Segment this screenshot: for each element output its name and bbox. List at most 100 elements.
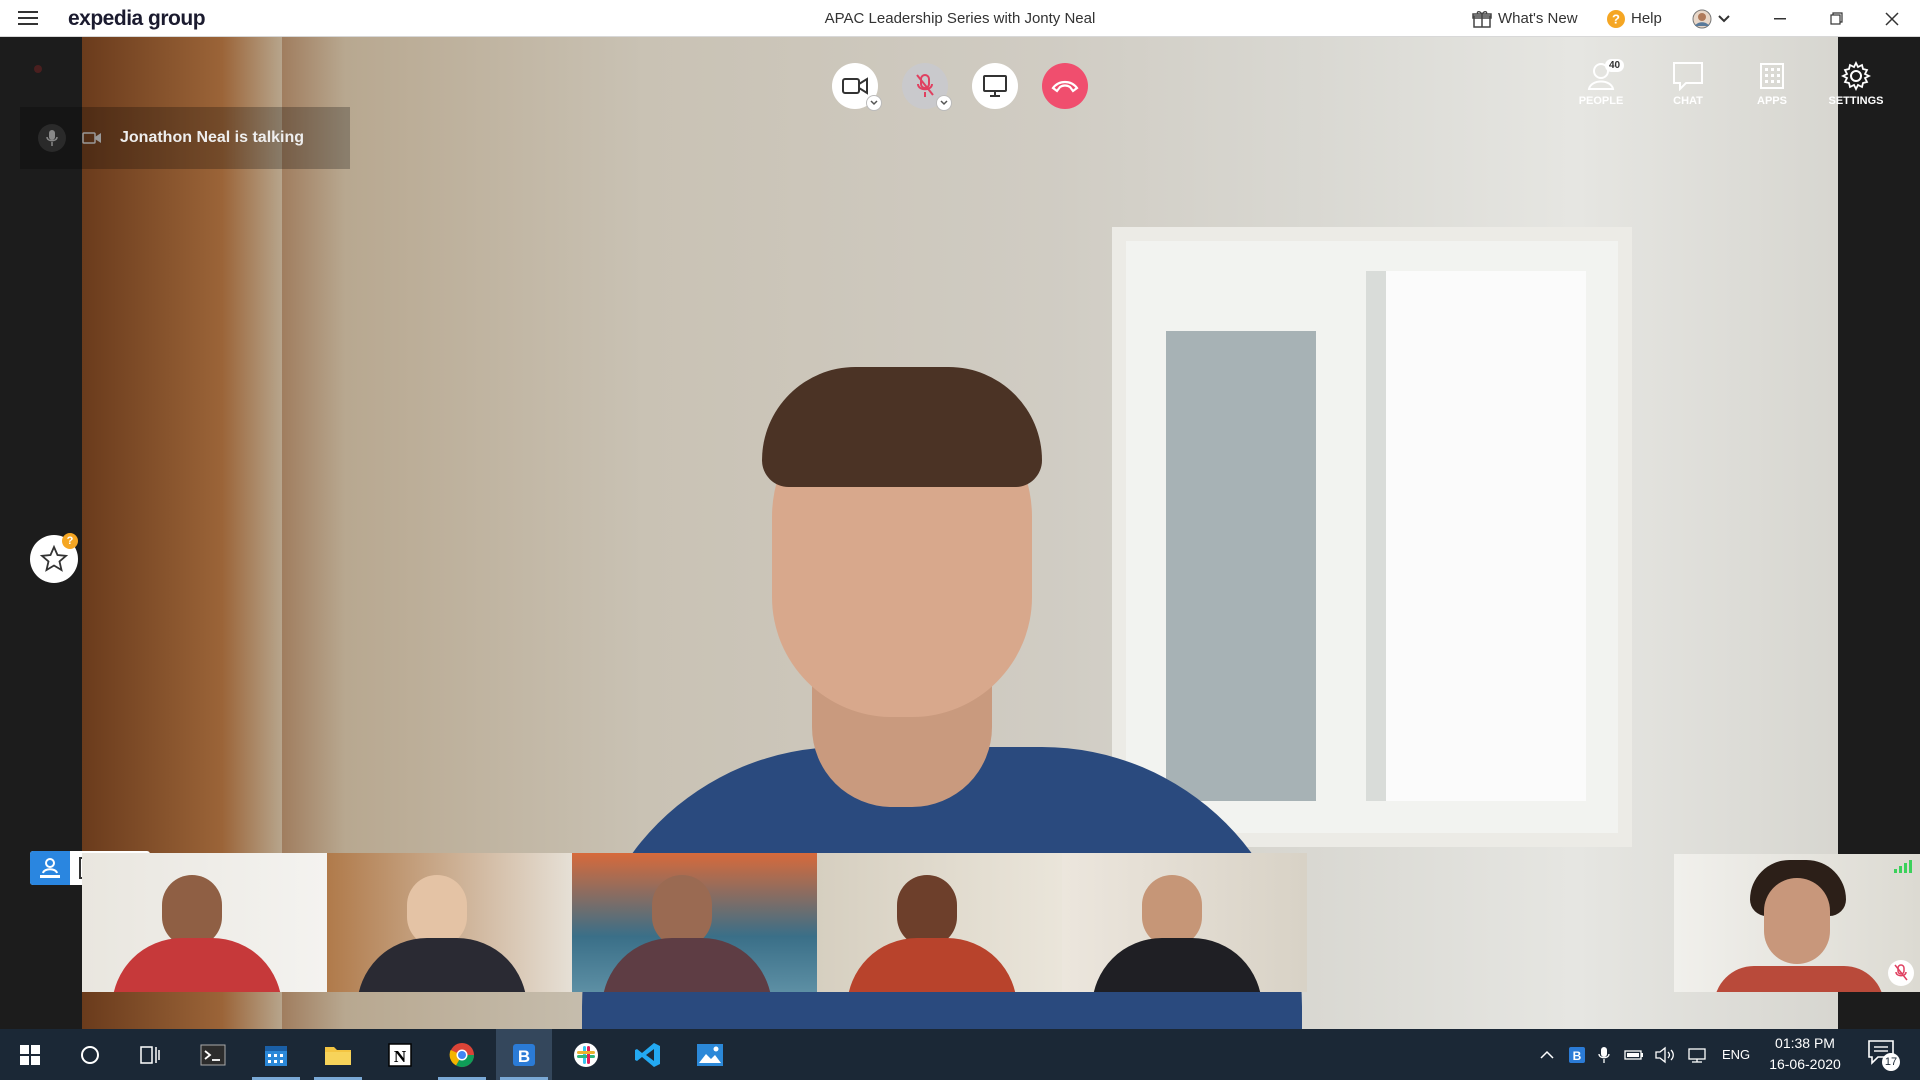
chat-label: CHAT: [1673, 95, 1703, 107]
screen-share-icon: [983, 75, 1007, 97]
taskbar-notion[interactable]: N: [372, 1029, 428, 1080]
speaker-volume-icon[interactable]: [1654, 1046, 1676, 1064]
svg-text:B: B: [1573, 1049, 1582, 1063]
slack-icon: [574, 1042, 598, 1067]
participant-tile[interactable]: [327, 853, 572, 992]
microphone-icon: [38, 124, 66, 152]
battery-icon[interactable]: [1624, 1049, 1644, 1061]
windows-logo-icon: [20, 1044, 40, 1065]
participant-tile[interactable]: [817, 853, 1062, 992]
microphone-muted-icon: [916, 74, 934, 97]
signal-strength-icon: [1894, 860, 1912, 873]
participant-tile[interactable]: [1062, 853, 1307, 992]
participant-strip: [82, 853, 1307, 992]
recording-dot-icon: [34, 65, 42, 73]
mic-options-chevron-icon[interactable]: [936, 95, 952, 111]
close-icon: [1885, 11, 1899, 26]
star-icon: [39, 544, 69, 572]
svg-text:?: ?: [1612, 11, 1620, 26]
chat-button[interactable]: CHAT: [1648, 61, 1728, 107]
folder-icon: [325, 1046, 351, 1065]
hamburger-menu-icon[interactable]: [18, 11, 38, 25]
favorite-help-badge: ?: [62, 533, 78, 549]
gear-icon: [1841, 61, 1871, 91]
apps-grid-icon: [1760, 63, 1784, 89]
task-view-icon: [140, 1045, 160, 1064]
chat-icon: [1673, 62, 1703, 91]
help-button[interactable]: ? Help: [1607, 0, 1662, 37]
taskbar-vscode[interactable]: [620, 1029, 676, 1080]
video-camera-icon: [82, 132, 101, 144]
windows-taskbar: N B B ENG 01:38 PM 16-06-2020 17: [0, 1029, 1920, 1080]
apps-button[interactable]: APPS: [1732, 61, 1812, 107]
system-tray: B ENG: [1540, 1029, 1750, 1080]
help-icon: ?: [1607, 9, 1625, 28]
gift-icon: [1472, 10, 1492, 28]
presenter-layout-icon: [40, 858, 60, 878]
self-muted-icon: [1888, 960, 1914, 986]
bluejeans-tray-icon[interactable]: B: [1568, 1046, 1586, 1064]
whats-new-label: What's New: [1498, 10, 1578, 27]
bluejeans-icon: B: [513, 1043, 535, 1066]
minimize-icon: [1774, 17, 1786, 19]
settings-label: SETTINGS: [1828, 95, 1884, 107]
taskbar-chrome[interactable]: [434, 1029, 490, 1080]
people-count-badge: 40: [1605, 59, 1625, 72]
talking-indicator-label: Jonathon Neal is talking: [120, 129, 305, 146]
title-bar: expedia group APAC Leadership Series wit…: [0, 0, 1920, 37]
microphone-icon[interactable]: [1598, 1046, 1610, 1064]
notion-icon: N: [388, 1042, 412, 1067]
task-view-button[interactable]: [122, 1029, 178, 1080]
help-label: Help: [1631, 10, 1662, 27]
video-options-chevron-icon[interactable]: [866, 95, 882, 111]
self-view-tile[interactable]: [1674, 854, 1920, 992]
svg-text:B: B: [518, 1047, 530, 1066]
mic-toggle-button[interactable]: [902, 63, 952, 111]
calendar-icon: [265, 1045, 287, 1066]
screen-share-button[interactable]: [972, 63, 1018, 109]
notification-count-badge: 17: [1882, 1053, 1900, 1071]
clock-date: 16-06-2020: [1769, 1056, 1841, 1072]
taskbar-file-explorer[interactable]: [310, 1029, 366, 1080]
system-clock[interactable]: 01:38 PM 16-06-2020: [1762, 1033, 1848, 1075]
network-icon[interactable]: [1686, 1046, 1708, 1064]
video-toggle-button[interactable]: [832, 63, 882, 111]
photos-icon: [697, 1043, 723, 1066]
taskbar-slack[interactable]: [558, 1029, 614, 1080]
action-center-button[interactable]: 17: [1866, 1037, 1902, 1073]
cortana-circle-icon: [81, 1045, 99, 1064]
hang-up-button[interactable]: [1042, 63, 1088, 109]
restore-button[interactable]: [1808, 0, 1864, 37]
participant-tile[interactable]: [572, 853, 817, 992]
terminal-icon: [200, 1044, 226, 1065]
video-camera-icon: [842, 77, 868, 95]
svg-text:N: N: [394, 1047, 407, 1066]
taskbar-bluejeans[interactable]: B: [496, 1029, 552, 1080]
avatar-icon: [1692, 9, 1712, 28]
taskbar-terminal[interactable]: [185, 1029, 241, 1080]
taskbar-photos[interactable]: [682, 1029, 738, 1080]
user-avatar-menu[interactable]: [1692, 0, 1736, 37]
hang-up-icon: [1051, 80, 1079, 93]
chevron-down-icon: [1718, 14, 1730, 22]
search-button[interactable]: [62, 1029, 118, 1080]
restore-icon: [1829, 12, 1843, 25]
people-button[interactable]: 40 PEOPLE: [1561, 59, 1641, 107]
taskbar-calendar[interactable]: [248, 1029, 304, 1080]
apps-label: APPS: [1757, 95, 1787, 107]
participant-tile[interactable]: [82, 853, 327, 992]
settings-button[interactable]: SETTINGS: [1816, 61, 1896, 107]
chrome-icon: [449, 1042, 474, 1067]
whats-new-button[interactable]: What's New: [1472, 0, 1578, 37]
input-language[interactable]: ENG: [1722, 1047, 1750, 1062]
expedia-group-logo: expedia group: [68, 7, 206, 30]
close-button[interactable]: [1864, 0, 1920, 37]
minimize-button[interactable]: [1752, 0, 1808, 37]
active-speaker-indicator: Jonathon Neal is talking: [20, 107, 350, 169]
start-button[interactable]: [2, 1029, 58, 1080]
layout-presenter-button[interactable]: [30, 851, 70, 885]
people-label: PEOPLE: [1578, 95, 1624, 107]
chevron-up-icon[interactable]: [1540, 1050, 1554, 1060]
clock-time: 01:38 PM: [1775, 1035, 1835, 1051]
vscode-icon: [635, 1042, 660, 1067]
